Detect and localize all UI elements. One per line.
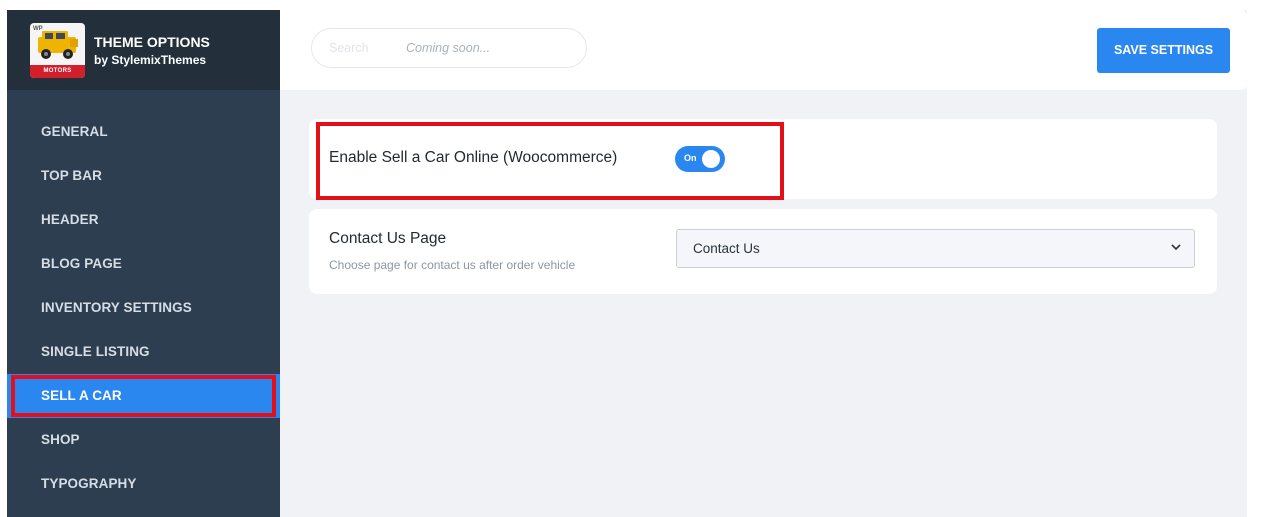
brand-title: THEME OPTIONS bbox=[94, 34, 210, 50]
brand-header: WP MOTORS THEME OPTIONS by StylemixTheme… bbox=[7, 10, 280, 90]
contact-page-description: Choose page for contact us after order v… bbox=[329, 258, 576, 272]
chevron-down-icon bbox=[1171, 244, 1181, 251]
top-bar: Search Coming soon... SAVE SETTINGS bbox=[280, 10, 1247, 90]
search-coming-soon: Coming soon... bbox=[406, 41, 491, 55]
contact-page-select[interactable]: Contact Us bbox=[676, 229, 1195, 268]
sidebar-nav: GENERAL TOP BAR HEADER BLOG PAGE INVENTO… bbox=[7, 110, 280, 506]
sidebar-item-typography[interactable]: TYPOGRAPHY bbox=[7, 462, 280, 506]
search-placeholder: Search bbox=[329, 41, 369, 55]
motors-logo: WP MOTORS bbox=[30, 23, 85, 78]
sidebar-item-shop[interactable]: SHOP bbox=[7, 418, 280, 462]
theme-options-app: WP MOTORS THEME OPTIONS by StylemixTheme… bbox=[7, 10, 1247, 517]
sidebar-item-inventory-settings[interactable]: INVENTORY SETTINGS bbox=[7, 286, 280, 330]
sidebar-item-single-listing[interactable]: SINGLE LISTING bbox=[7, 330, 280, 374]
contact-page-selected-value: Contact Us bbox=[693, 241, 760, 256]
sidebar-item-top-bar[interactable]: TOP BAR bbox=[7, 154, 280, 198]
car-icon bbox=[38, 31, 78, 59]
sidebar-item-blog-page[interactable]: BLOG PAGE bbox=[7, 242, 280, 286]
search-input[interactable]: Search Coming soon... bbox=[311, 28, 587, 68]
brand-subtitle: by StylemixThemes bbox=[94, 53, 207, 67]
highlight-frame bbox=[316, 122, 784, 200]
sidebar-item-header[interactable]: HEADER bbox=[7, 198, 280, 242]
sidebar-item-general[interactable]: GENERAL bbox=[7, 110, 280, 154]
logo-badge: MOTORS bbox=[30, 65, 85, 78]
save-settings-button[interactable]: SAVE SETTINGS bbox=[1097, 28, 1230, 73]
sidebar: WP MOTORS THEME OPTIONS by StylemixTheme… bbox=[7, 10, 280, 517]
contact-page-title: Contact Us Page bbox=[329, 230, 447, 247]
contact-page-setting-card: Contact Us Page Choose page for contact … bbox=[309, 209, 1217, 294]
sidebar-item-sell-a-car[interactable]: SELL A CAR bbox=[7, 374, 280, 418]
